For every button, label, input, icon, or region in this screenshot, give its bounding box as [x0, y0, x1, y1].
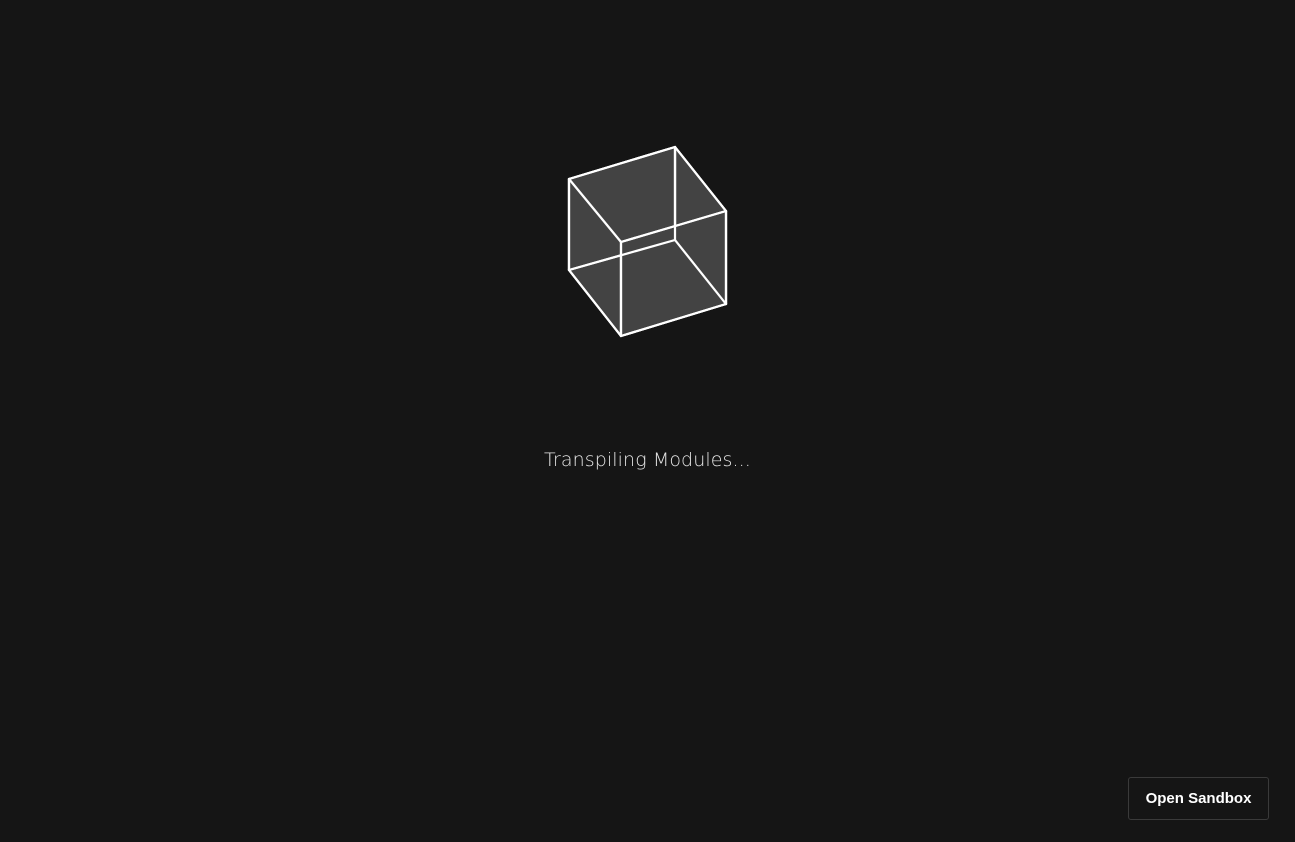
loading-status-text: Transpiling Modules...: [544, 449, 751, 471]
loading-screen: Transpiling Modules... Open Sandbox: [0, 0, 1295, 842]
open-sandbox-button[interactable]: Open Sandbox: [1128, 777, 1269, 820]
wireframe-cube-icon: [560, 140, 735, 345]
